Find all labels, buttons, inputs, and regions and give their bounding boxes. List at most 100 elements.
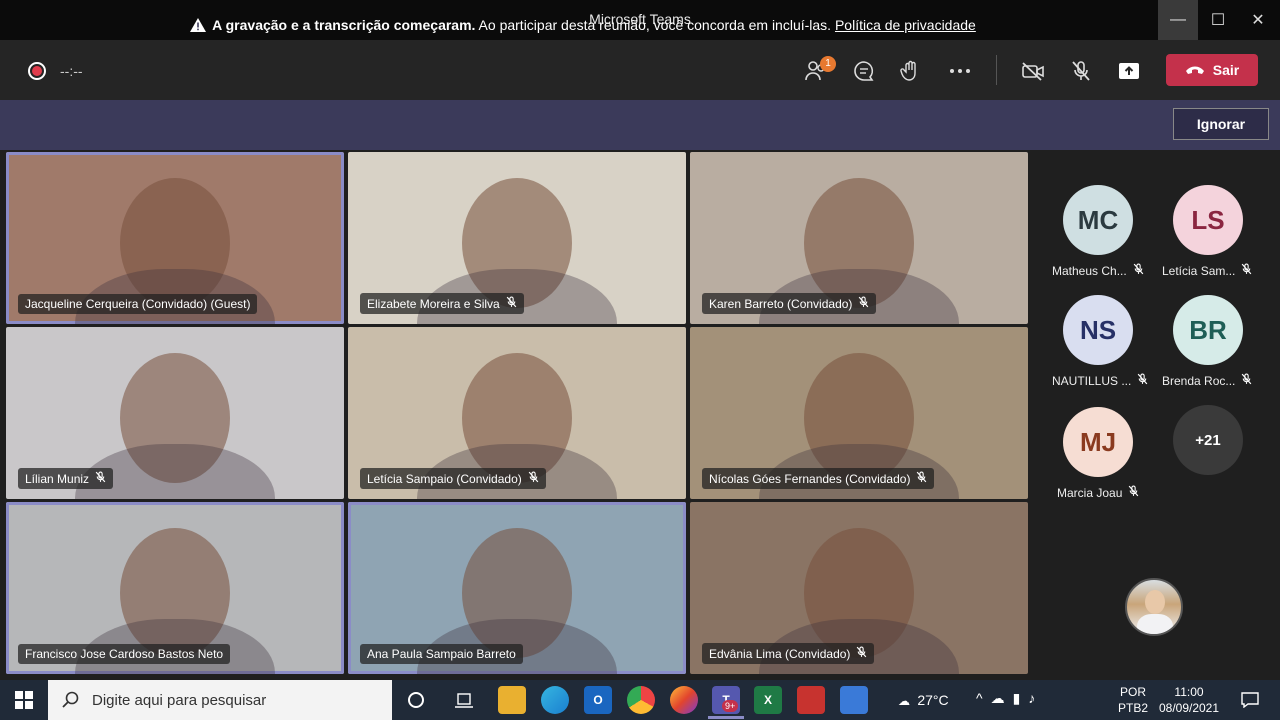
edge-icon[interactable] [541,686,569,714]
participant-name: Lílian Muniz [25,471,90,486]
participant-name: Letícia Sam... [1162,263,1236,278]
volume-icon: ♪ [1028,690,1044,706]
onedrive-icon: ☁ [990,690,1013,706]
mic-off-icon [916,471,927,486]
video-tile[interactable]: Elizabete Moreira e Silva [348,152,686,324]
participant-avatar[interactable]: MJ [1063,407,1133,477]
mic-off-icon [1241,373,1252,388]
clock[interactable]: 11:00 08/09/2021 [1156,684,1222,716]
leave-button[interactable]: Sair [1166,54,1258,86]
clock-time: 11:00 [1174,685,1204,699]
video-tile[interactable]: Edvânia Lima (Convidado) [690,502,1028,674]
leave-label: Sair [1212,62,1240,78]
reactions-button[interactable] [895,56,927,86]
participant-name: Brenda Roc... [1162,373,1236,388]
maximize-button[interactable]: ☐ [1198,0,1238,40]
clock-date: 08/09/2021 [1158,701,1220,715]
share-screen-button[interactable] [1113,56,1145,86]
mic-toggle[interactable] [1065,56,1097,86]
participant-avatar[interactable]: MC [1063,185,1133,255]
task-view-button[interactable] [450,686,478,714]
firefox-icon[interactable] [670,686,698,714]
video-tile[interactable]: Letícia Sampaio (Convidado) [348,327,686,499]
excel-icon[interactable]: X [754,686,782,714]
chat-icon [854,61,874,81]
participant-avatar[interactable]: BR [1173,295,1243,365]
notifications-button[interactable] [1236,686,1264,714]
raise-hand-icon [900,60,916,81]
video-tile[interactable]: Karen Barreto (Convidado) [690,152,1028,324]
participant-name: Nícolas Góes Fernandes (Convidado) [709,471,911,486]
participant-name-tag: Nícolas Góes Fernandes (Convidado) [702,468,935,489]
participant-name: Elizabete Moreira e Silva [367,296,500,311]
network-app-icon[interactable] [840,686,868,714]
outlook-icon[interactable]: O [584,686,612,714]
file-explorer-icon[interactable] [498,686,526,714]
participant-name: Karen Barreto (Convidado) [709,296,853,311]
minimize-icon: — [1170,11,1186,28]
dismiss-banner-button[interactable]: Ignorar [1173,108,1269,140]
hang-up-icon [1185,66,1204,74]
camera-off-icon [1022,62,1044,81]
mic-off-icon [95,471,106,486]
mic-off-icon [1241,263,1252,278]
participant-name-tag: Elizabete Moreira e Silva [360,293,524,314]
language-code: POR [1120,685,1147,699]
teams-active-indicator [708,716,744,719]
cortana-icon [408,692,424,708]
start-button[interactable] [10,686,38,714]
participant-avatar[interactable]: NS [1063,295,1133,365]
mic-off-icon [506,296,517,311]
participant-name-tag: Karen Barreto (Convidado) [702,293,877,314]
system-tray-icons[interactable]: ^☁▮♪ [976,690,1043,707]
mic-off-icon [528,471,539,486]
recording-banner [0,100,1280,150]
toolbar-divider [996,55,997,85]
recording-banner-message: A gravação e a transcrição começaram. Ao… [0,17,1166,35]
more-participants-button[interactable]: +21 [1173,405,1243,475]
search-placeholder: Digite aqui para pesquisar [92,691,267,709]
video-tile[interactable]: Nícolas Góes Fernandes (Convidado) [690,327,1028,499]
chat-button[interactable] [848,56,880,86]
participant-label: Marcia Joau [1057,485,1139,500]
participant-avatar[interactable]: LS [1173,185,1243,255]
chrome-icon[interactable] [627,686,655,714]
more-icon [950,69,970,73]
cortana-button[interactable] [402,686,430,714]
close-button[interactable]: ✕ [1238,0,1278,40]
windows-logo-icon [15,691,33,709]
video-tile[interactable]: Lílian Muniz [6,327,344,499]
participant-name-tag: Ana Paula Sampaio Barreto [360,644,523,664]
input-language[interactable]: POR PTB2 [1118,684,1148,716]
meeting-timer: --:-- [60,63,83,79]
participant-label: Letícia Sam... [1162,263,1252,278]
more-actions-button[interactable] [944,56,976,86]
keyboard-layout: PTB2 [1118,701,1149,715]
camera-toggle[interactable] [1017,56,1049,86]
participant-name: Francisco Jose Cardoso Bastos Neto [25,647,224,661]
task-view-icon [455,693,473,708]
video-tile[interactable]: Francisco Jose Cardoso Bastos Neto [6,502,344,674]
taskbar-search[interactable]: Digite aqui para pesquisar [48,680,392,720]
participant-name: Letícia Sampaio (Convidado) [367,471,522,486]
participant-name-tag: Lílian Muniz [18,468,114,489]
weather-widget[interactable]: ☁ 27°C [898,692,949,708]
video-tile[interactable]: Jacqueline Cerqueira (Convidado) (Guest) [6,152,344,324]
privacy-policy-link[interactable]: Política de privacidade [835,17,976,33]
self-view-avatar[interactable] [1125,578,1183,636]
participant-name-tag: Edvânia Lima (Convidado) [702,643,875,664]
participant-label: NAUTILLUS ... [1052,373,1148,388]
participant-name: Jacqueline Cerqueira (Convidado) (Guest) [25,297,251,311]
mic-off-icon [1072,61,1090,81]
warning-icon [190,18,207,35]
participant-name-tag: Francisco Jose Cardoso Bastos Neto [18,644,231,664]
mic-off-icon [1137,373,1148,388]
video-tile[interactable]: Ana Paula Sampaio Barreto [348,502,686,674]
participant-name: Edvânia Lima (Convidado) [709,646,851,661]
mic-off-icon [1128,485,1139,500]
mic-off-icon [1133,263,1144,278]
teams-notification-badge: 9+ [722,700,739,712]
cloud-icon: ☁ [898,694,910,708]
security-app-icon[interactable] [797,686,825,714]
close-icon: ✕ [1251,12,1265,29]
